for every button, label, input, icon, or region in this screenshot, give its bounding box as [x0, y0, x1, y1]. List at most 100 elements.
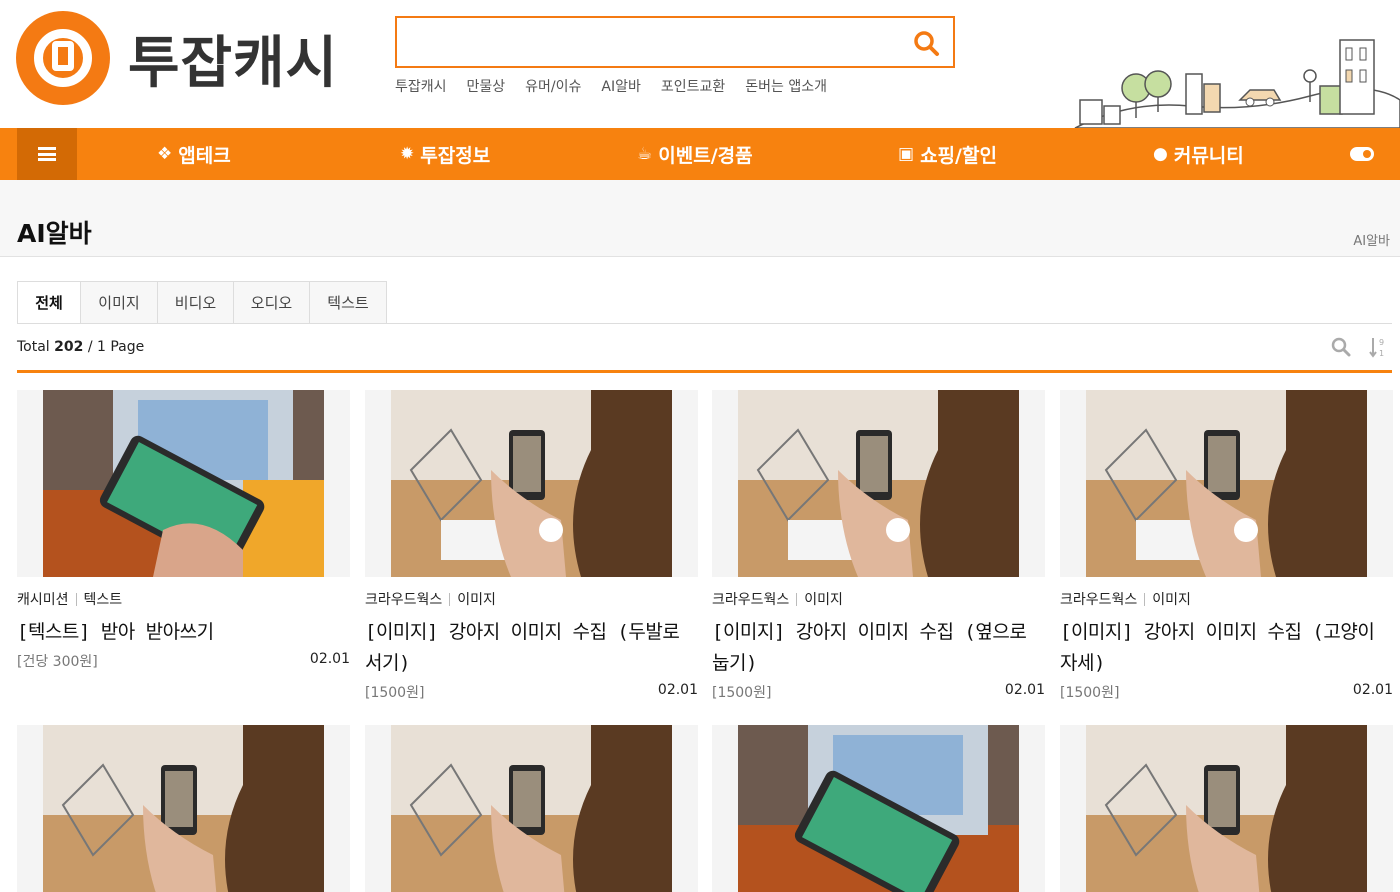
- nav-label: 커뮤니티: [1173, 144, 1244, 167]
- photo-table-phone: [391, 725, 672, 892]
- post-source: 캐시미션: [17, 592, 69, 608]
- photo-table-phone: [738, 390, 1019, 577]
- post-meta: 크라우드웍스 이미지: [1060, 589, 1393, 609]
- category-tabs: 전체 이미지 비디오 오디오 텍스트: [17, 281, 387, 324]
- quick-links: 투잡캐시 만물상 유머/이슈 AI알바 포인트교환 돈버는 앱소개: [395, 76, 827, 96]
- post-date: 02.01: [657, 682, 698, 698]
- post-source: 크라우드웍스: [365, 592, 443, 608]
- photo-table-phone: [1086, 390, 1367, 577]
- svg-text:1: 1: [1379, 349, 1384, 358]
- post-thumbnail[interactable]: [365, 390, 698, 577]
- logo-mark: [16, 11, 110, 105]
- search-input[interactable]: [395, 16, 955, 68]
- list-top-border: [17, 370, 1392, 373]
- post-meta: 캐시미션 텍스트: [17, 589, 350, 609]
- post-footer: [1500원] 02.01: [1060, 682, 1393, 702]
- post-meta: 크라우드웍스 이미지: [365, 589, 698, 609]
- post-date: 02.01: [1352, 682, 1393, 698]
- tab-all[interactable]: 전체: [17, 281, 81, 324]
- comments-icon: ●: [1153, 144, 1168, 164]
- nav-item-community[interactable]: ● 커뮤니티: [1153, 128, 1244, 180]
- total-pages: / 1 Page: [87, 339, 145, 355]
- cubes-icon: ❖: [157, 144, 173, 164]
- post-thumbnail[interactable]: [1060, 390, 1393, 577]
- sort-icon[interactable]: 9 1: [1369, 336, 1387, 358]
- list-item[interactable]: [17, 725, 350, 892]
- list-item[interactable]: 크라우드웍스 이미지 [이미지] 강아지 이미지 수집 (고양이 자세) [15…: [1060, 390, 1393, 702]
- total-label: Total: [17, 339, 50, 355]
- post-footer: [1500원] 02.01: [365, 682, 698, 702]
- photo-table-phone: [1086, 725, 1367, 892]
- post-thumbnail[interactable]: [17, 725, 350, 892]
- post-category: 이미지: [804, 592, 843, 608]
- quick-link-all[interactable]: 만물상: [467, 76, 506, 96]
- photo-table-phone: [43, 725, 324, 892]
- shopping-bag-icon: ▣: [898, 144, 915, 164]
- photo-table-phone: [391, 390, 672, 577]
- list-item[interactable]: 크라우드웍스 이미지 [이미지] 강아지 이미지 수집 (옆으로 눕기) [15…: [712, 390, 1045, 702]
- post-date: 02.01: [1004, 682, 1045, 698]
- quick-link-point-exchange[interactable]: 포인트교환: [661, 76, 725, 96]
- quick-link-ai-job[interactable]: AI알바: [601, 76, 640, 96]
- quick-link-home[interactable]: 투잡캐시: [395, 76, 447, 96]
- post-category: 이미지: [457, 592, 496, 608]
- tab-video[interactable]: 비디오: [158, 281, 234, 324]
- townscape-illustration: [1074, 39, 1400, 128]
- tab-text[interactable]: 텍스트: [310, 281, 387, 324]
- post-source: 크라우드웍스: [1060, 592, 1138, 608]
- list-item[interactable]: [712, 725, 1045, 892]
- nav-item-twojob-info[interactable]: ✹ 투잡정보: [400, 128, 490, 180]
- post-thumbnail[interactable]: [712, 390, 1045, 577]
- site-logo[interactable]: 투잡캐시: [16, 11, 338, 105]
- post-footer: [1500원] 02.01: [712, 682, 1045, 702]
- total-count: Total 202 / 1 Page: [17, 339, 144, 355]
- search-icon[interactable]: [1331, 336, 1351, 358]
- post-source: 크라우드웍스: [712, 592, 790, 608]
- nav-label: 이벤트/경품: [658, 144, 753, 167]
- post-title[interactable]: [텍스트] 받아 받아쓰기: [17, 617, 350, 648]
- tab-audio[interactable]: 오디오: [234, 281, 310, 324]
- post-thumbnail[interactable]: [712, 725, 1045, 892]
- post-date: 02.01: [309, 651, 350, 667]
- post-price: [1500원]: [365, 685, 425, 701]
- coffee-icon: ☕: [637, 144, 653, 164]
- tab-image[interactable]: 이미지: [81, 281, 158, 324]
- page-header: AI알바 AI알바: [0, 180, 1400, 257]
- post-thumbnail[interactable]: [1060, 725, 1393, 892]
- svg-text:9: 9: [1379, 338, 1384, 347]
- hamburger-icon: [38, 147, 56, 161]
- list-item[interactable]: [365, 725, 698, 892]
- post-thumbnail[interactable]: [17, 390, 350, 577]
- post-title[interactable]: [이미지] 강아지 이미지 수집 (옆으로 눕기): [712, 617, 1045, 679]
- tabs-divider: [17, 323, 1392, 324]
- gear-icon: ✹: [400, 144, 415, 164]
- post-price: [1500원]: [1060, 685, 1120, 701]
- hamburger-menu-button[interactable]: [17, 128, 77, 180]
- nav-label: 쇼핑/할인: [920, 144, 997, 167]
- dark-mode-toggle[interactable]: [1350, 147, 1374, 161]
- post-thumbnail[interactable]: [365, 725, 698, 892]
- nav-item-apptech[interactable]: ❖ 앱테크: [157, 128, 231, 180]
- search-icon[interactable]: [911, 28, 941, 58]
- page-title: AI알바: [17, 219, 92, 248]
- logo-text: 투잡캐시: [128, 30, 339, 96]
- nav-item-events[interactable]: ☕ 이벤트/경품: [637, 128, 753, 180]
- post-title[interactable]: [이미지] 강아지 이미지 수집 (고양이 자세): [1060, 617, 1393, 679]
- post-price: [1500원]: [712, 685, 772, 701]
- quick-link-money-apps[interactable]: 돈버는 앱소개: [745, 76, 827, 96]
- main-nav: ❖ 앱테크 ✹ 투잡정보 ☕ 이벤트/경품 ▣ 쇼핑/할인 ● 커뮤니티: [0, 128, 1400, 180]
- post-category: 텍스트: [83, 592, 123, 608]
- site-header: 투잡캐시 투잡캐시 만물상 유머/이슈 AI알바 포인트교환 돈버는 앱소개: [0, 0, 1400, 128]
- photo-laptop-phone: [43, 390, 324, 577]
- list-item[interactable]: [1060, 725, 1393, 892]
- post-footer: [건당 300원] 02.01: [17, 651, 350, 671]
- post-price: [건당 300원]: [17, 654, 98, 670]
- breadcrumb[interactable]: AI알바: [1353, 230, 1390, 249]
- list-item[interactable]: 크라우드웍스 이미지 [이미지] 강아지 이미지 수집 (두발로 서기) [15…: [365, 390, 698, 702]
- photo-laptop-phone: [738, 725, 1019, 892]
- nav-item-shopping[interactable]: ▣ 쇼핑/할인: [898, 128, 997, 180]
- post-title[interactable]: [이미지] 강아지 이미지 수집 (두발로 서기): [365, 617, 698, 679]
- quick-link-humor[interactable]: 유머/이슈: [525, 76, 581, 96]
- list-item[interactable]: 캐시미션 텍스트 [텍스트] 받아 받아쓰기 [건당 300원] 02.01: [17, 390, 350, 671]
- post-meta: 크라우드웍스 이미지: [712, 589, 1045, 609]
